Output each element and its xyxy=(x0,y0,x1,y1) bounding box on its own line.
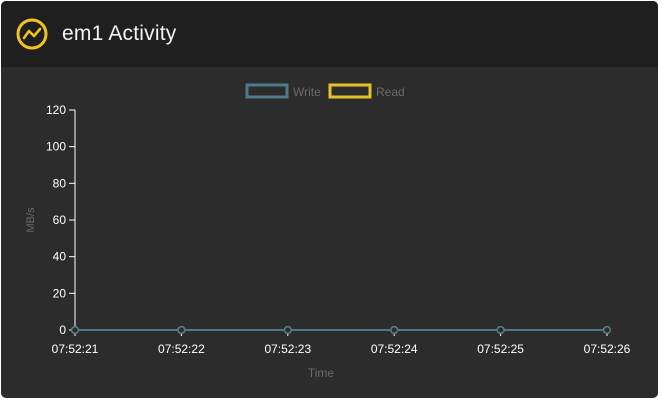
data-point-write[interactable] xyxy=(602,325,612,335)
y-tick-label: 100 xyxy=(46,140,66,154)
legend-label-write: Write xyxy=(293,85,321,99)
panel-title: em1 Activity xyxy=(62,22,177,45)
activity-panel: em1 Activity Write Read 0 20 40 60 80 100 120 0… xyxy=(1,1,658,398)
chart-series xyxy=(70,325,612,335)
x-tick-label: 07:52:22 xyxy=(158,342,205,356)
data-point-write[interactable] xyxy=(177,325,186,335)
chart-legend: Write Read xyxy=(245,83,405,99)
x-tick-label: 07:52:24 xyxy=(371,342,418,356)
y-tick-label: 60 xyxy=(53,213,67,227)
x-tick-label: 07:52:21 xyxy=(52,342,99,356)
y-axis-label: MB/s xyxy=(25,207,37,233)
y-axis: 0 20 40 60 80 100 120 xyxy=(46,103,76,337)
data-point-write[interactable] xyxy=(496,325,505,335)
legend-swatch-write[interactable] xyxy=(245,83,289,99)
data-point-write[interactable] xyxy=(70,325,80,335)
x-axis-label: Time xyxy=(308,366,335,380)
panel-header: em1 Activity xyxy=(1,1,658,68)
legend-swatch-read[interactable] xyxy=(328,83,372,99)
y-tick-label: 80 xyxy=(53,176,67,190)
activity-icon xyxy=(15,17,49,51)
x-tick-label: 07:52:25 xyxy=(477,342,524,356)
x-tick-label: 07:52:23 xyxy=(264,342,311,356)
y-tick-label: 120 xyxy=(46,103,66,117)
y-tick-label: 0 xyxy=(59,323,66,337)
y-tick-label: 20 xyxy=(53,286,67,300)
x-tick-label: 07:52:26 xyxy=(584,342,631,356)
chart-area: Write Read 0 20 40 60 80 100 120 07:52:21 07:52:… xyxy=(1,68,658,398)
data-point-write[interactable] xyxy=(390,325,399,335)
y-tick-label: 40 xyxy=(53,250,67,264)
data-point-write[interactable] xyxy=(283,325,292,335)
x-axis: 07:52:21 07:52:22 07:52:23 07:52:24 07:52:25… xyxy=(52,330,631,356)
legend-label-read: Read xyxy=(376,85,405,99)
line-chart: Write Read 020406080100120 07:52:21 07:52:… xyxy=(25,83,631,380)
